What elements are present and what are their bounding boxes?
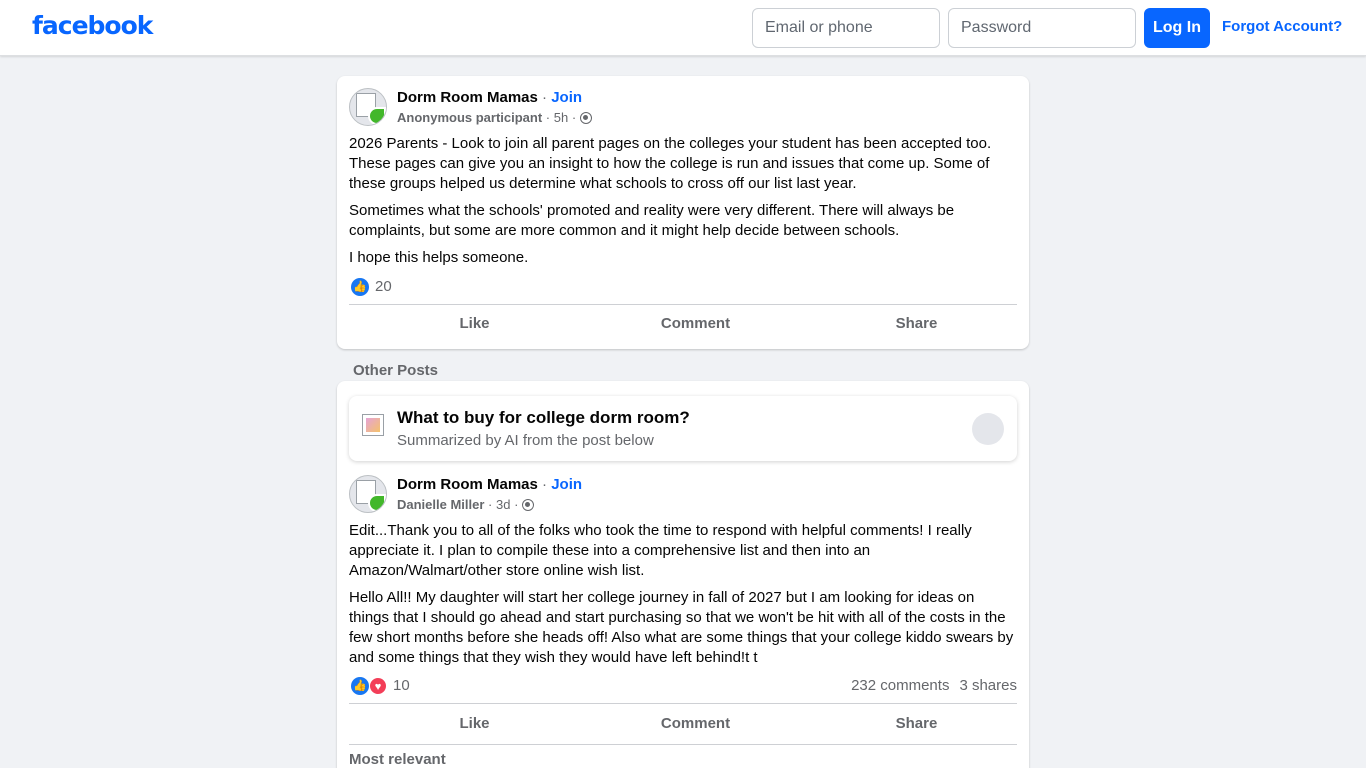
post-meta: Anonymous participant · 5h · xyxy=(397,110,592,125)
comment-button[interactable]: Comment xyxy=(585,306,806,342)
group-name-link[interactable]: Dorm Room Mamas xyxy=(397,476,538,493)
globe-icon xyxy=(522,499,535,511)
post-header: Dorm Room Mamas · Join xyxy=(397,89,583,106)
reaction-count: 20 xyxy=(375,278,392,295)
ai-summary-box[interactable]: What to buy for college dorm room? Summa… xyxy=(349,396,1017,461)
other-posts-heading: Other Posts xyxy=(353,362,439,379)
globe-icon xyxy=(579,112,592,124)
facebook-logo[interactable]: facebook xyxy=(32,11,153,40)
like-button[interactable]: Like xyxy=(364,306,585,342)
author-name[interactable]: Danielle Miller xyxy=(397,497,484,512)
divider xyxy=(349,744,1017,745)
post-time[interactable]: 3d xyxy=(496,497,510,512)
post-paragraph: I hope this helps someone. xyxy=(349,249,529,266)
post-card: Dorm Room Mamas · Join Anonymous partici… xyxy=(337,76,1029,349)
share-button[interactable]: Share xyxy=(806,706,1027,742)
join-link[interactable]: Join xyxy=(551,89,582,106)
post-meta: Danielle Miller · 3d · xyxy=(397,497,535,512)
like-reaction-icon: 👍 xyxy=(351,677,369,695)
love-reaction-icon: ♥ xyxy=(369,677,387,695)
post-body: 2026 Parents - Look to join all parent p… xyxy=(349,134,1017,275)
forgot-account-link[interactable]: Forgot Account? xyxy=(1222,18,1342,35)
share-button[interactable]: Share xyxy=(806,306,1027,342)
reaction-summary[interactable]: 👍 ♥ 10 232 comments 3 shares xyxy=(349,676,1017,696)
post-paragraph: Hello All!! My daughter will start her c… xyxy=(349,589,1014,666)
group-avatar[interactable] xyxy=(349,88,387,126)
ai-summary-subtitle: Summarized by AI from the post below xyxy=(397,432,654,449)
post-header: Dorm Room Mamas · Join xyxy=(397,476,583,493)
top-bar: facebook Log In Forgot Account? xyxy=(0,0,1366,56)
ai-summary-action-button[interactable] xyxy=(972,413,1004,445)
login-button[interactable]: Log In xyxy=(1144,8,1210,48)
post-time[interactable]: 5h xyxy=(554,110,568,125)
divider xyxy=(349,304,1017,305)
group-name-link[interactable]: Dorm Room Mamas xyxy=(397,89,538,106)
group-avatar[interactable] xyxy=(349,475,387,513)
post-stats: 232 comments 3 shares xyxy=(851,677,1017,694)
reaction-summary[interactable]: 👍 20 xyxy=(349,277,1017,297)
post-paragraph: 2026 Parents - Look to join all parent p… xyxy=(349,135,992,192)
author-name: Anonymous participant xyxy=(397,110,543,125)
password-input[interactable] xyxy=(948,8,1136,48)
like-reaction-icon: 👍 xyxy=(351,278,369,296)
comment-sort-dropdown[interactable]: Most relevant xyxy=(349,751,446,768)
ai-summary-thumbnail xyxy=(362,414,384,436)
shares-count-link[interactable]: 3 shares xyxy=(959,677,1017,694)
email-input[interactable] xyxy=(752,8,940,48)
join-link[interactable]: Join xyxy=(551,476,582,493)
reaction-count: 10 xyxy=(393,677,410,694)
like-button[interactable]: Like xyxy=(364,706,585,742)
comments-count-link[interactable]: 232 comments xyxy=(851,677,949,694)
post-card: What to buy for college dorm room? Summa… xyxy=(337,381,1029,768)
divider xyxy=(349,703,1017,704)
post-paragraph: Sometimes what the schools' promoted and… xyxy=(349,202,955,239)
post-body: Edit...Thank you to all of the folks who… xyxy=(349,521,1017,675)
comment-button[interactable]: Comment xyxy=(585,706,806,742)
ai-summary-title: What to buy for college dorm room? xyxy=(397,408,690,427)
post-paragraph: Edit...Thank you to all of the folks who… xyxy=(349,522,972,579)
